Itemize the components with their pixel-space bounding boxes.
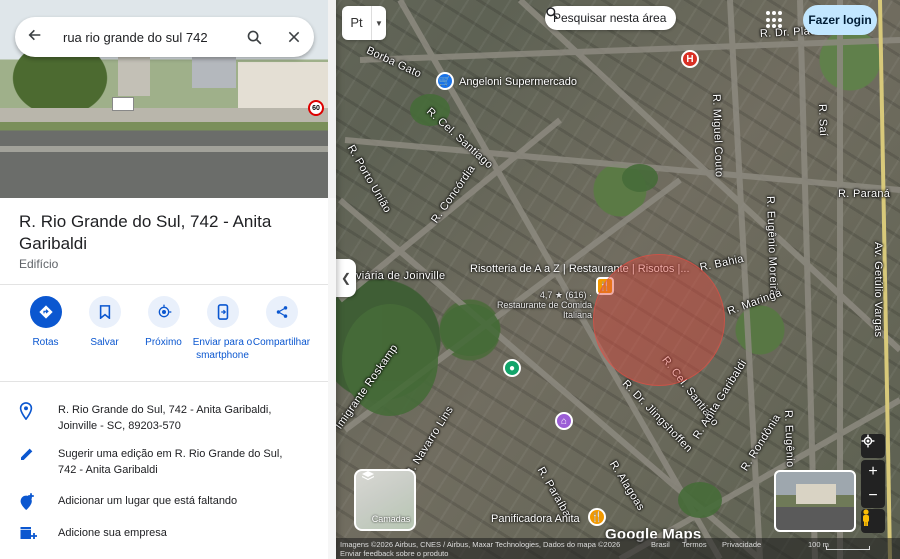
crosshair-icon — [861, 434, 875, 448]
back-arrow-icon[interactable] — [15, 27, 55, 48]
nearby-button[interactable]: Próximo — [134, 296, 193, 362]
pencil-icon — [18, 446, 58, 462]
poi-restaurant-rating: 4,7 ★ (616) · Restaurante de Comida Ital… — [496, 290, 592, 320]
zoom-in-button[interactable]: + — [861, 460, 885, 484]
suggest-edit-row[interactable]: Sugerir uma edição em R. Rio Grande do S… — [18, 446, 318, 478]
terms-link[interactable]: Termos — [682, 540, 707, 549]
selected-area-highlight — [593, 254, 725, 386]
divider — [0, 381, 328, 382]
attribution-text: Imagens ©2026 Airbus, CNES / Airbus, Max… — [340, 540, 621, 549]
poi-bakery-label[interactable]: Panificadora Anita — [491, 513, 580, 525]
add-business-text: Adicione sua empresa — [58, 527, 167, 539]
search-icon — [546, 7, 558, 19]
add-business-row[interactable]: Adicione sua empresa — [18, 525, 318, 541]
layers-label: Camadas — [371, 514, 411, 524]
zoom-control: + − — [861, 460, 885, 508]
chevron-left-icon: ❮ — [340, 271, 352, 285]
collapse-panel-button[interactable]: ❮ — [336, 259, 356, 297]
add-place-text: Adicionar um lugar que está faltando — [58, 495, 238, 507]
bakery-icon[interactable]: 🍴 — [588, 508, 606, 526]
country-link[interactable]: Brasil — [651, 540, 670, 549]
directions-button[interactable]: Rotas — [16, 296, 75, 362]
street-view-thumbnail[interactable] — [774, 470, 856, 532]
poi-supermarket-label[interactable]: Angeloni Supermercado — [459, 76, 577, 88]
hospital-icon[interactable]: H — [681, 50, 699, 68]
action-label: Compartilhar — [252, 337, 311, 348]
page-title: R. Rio Grande do Sul, 742 - Anita Gariba… — [19, 212, 272, 253]
street-label: R. Saí — [816, 103, 830, 137]
pegman-icon[interactable] — [861, 509, 885, 533]
poi-restaurant-label[interactable]: Risotteria de A a Z | Restaurante | Riso… — [470, 263, 690, 275]
privacy-link[interactable]: Privacidade — [722, 540, 761, 549]
action-label: Salvar — [90, 337, 119, 348]
login-button[interactable]: Fazer login — [803, 5, 877, 35]
park-icon[interactable]: ● — [503, 359, 521, 377]
street-label: viária de Joinville — [356, 270, 446, 282]
share-button[interactable]: Compartilhar — [252, 296, 311, 362]
nearby-icon — [147, 296, 180, 328]
map-type-switch[interactable]: Pt ▼ — [342, 6, 386, 40]
attraction-icon[interactable]: ⌂ — [555, 412, 573, 430]
search-this-area-label: Pesquisar nesta área — [553, 11, 667, 25]
zoom-out-button[interactable]: − — [861, 484, 885, 508]
close-icon[interactable] — [274, 30, 314, 44]
send-to-phone-icon — [206, 296, 239, 328]
shopping-cart-icon[interactable]: 🛒 — [436, 72, 454, 90]
suggest-edit-text: Sugerir uma edição em R. Rio Grande do S… — [58, 448, 283, 476]
address-row[interactable]: R. Rio Grande do Sul, 742 - Anita Gariba… — [18, 402, 318, 434]
layers-icon — [362, 471, 374, 481]
share-icon — [265, 296, 298, 328]
map-type-label[interactable]: Pt — [342, 6, 372, 40]
action-bar: Rotas Salvar Próximo Enviar para o smart… — [16, 296, 316, 362]
scrollbar-track[interactable] — [328, 0, 336, 198]
action-label: Enviar para o smartphone — [192, 337, 253, 361]
my-location-button[interactable] — [861, 434, 885, 458]
add-location-icon — [18, 493, 58, 511]
layers-button[interactable]: Camadas — [354, 469, 416, 531]
location-pin-icon — [18, 402, 58, 420]
panel-scrollbar[interactable] — [328, 198, 336, 559]
action-label: Rotas — [32, 337, 59, 348]
speed-limit-sign: 60 — [308, 100, 324, 116]
divider — [0, 284, 328, 285]
apps-grid-icon[interactable] — [766, 11, 784, 29]
search-icon[interactable] — [234, 29, 274, 46]
chevron-down-icon[interactable]: ▼ — [372, 19, 386, 28]
street-label: R. Paraná — [838, 188, 891, 200]
place-panel: 60 rua rio grande do sul 742 R. Rio Gran… — [0, 0, 336, 559]
scale-bar — [826, 546, 870, 550]
map-footer: Imagens ©2026 Airbus, CNES / Airbus, Max… — [336, 538, 900, 559]
feedback-link[interactable]: Enviar feedback sobre o produto — [340, 549, 448, 558]
add-place-row[interactable]: Adicionar um lugar que está faltando — [18, 493, 318, 511]
search-input[interactable]: rua rio grande do sul 742 — [55, 30, 234, 45]
place-category: Edifício — [19, 257, 59, 271]
add-business-icon — [18, 525, 58, 541]
action-label: Próximo — [145, 337, 182, 348]
street-label: Av. Getúlio Vargas — [872, 242, 884, 338]
bookmark-icon — [88, 296, 121, 328]
search-box[interactable]: rua rio grande do sul 742 — [15, 17, 314, 57]
save-button[interactable]: Salvar — [75, 296, 134, 362]
search-this-area-button[interactable]: Pesquisar nesta área — [545, 6, 677, 30]
address-text: R. Rio Grande do Sul, 742 - Anita Gariba… — [58, 404, 272, 432]
send-to-phone-button[interactable]: Enviar para o smartphone — [193, 296, 252, 362]
directions-icon — [29, 296, 62, 328]
